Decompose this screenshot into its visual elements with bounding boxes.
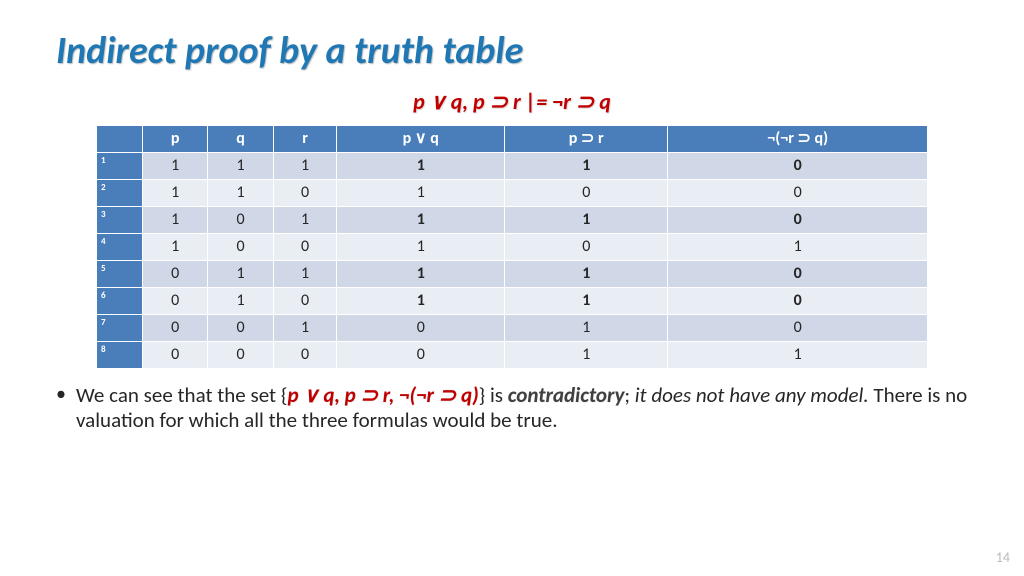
col-header-pvq: p ∨ q xyxy=(337,126,505,153)
col-header-r: r xyxy=(273,126,337,153)
table-row: 6010110 xyxy=(97,288,928,315)
bullet-text: We can see that the set {p ∨ q, p ⊃ r, ¬… xyxy=(56,383,968,433)
cell: 1 xyxy=(505,261,668,288)
table-row: 3101110 xyxy=(97,207,928,234)
table-row: 4100101 xyxy=(97,234,928,261)
cell: 0 xyxy=(505,180,668,207)
cell: 1 xyxy=(143,234,208,261)
cell: 0 xyxy=(208,207,273,234)
cell: 1 xyxy=(505,315,668,342)
col-header-blank xyxy=(97,126,143,153)
cell: 0 xyxy=(208,234,273,261)
cell: 1 xyxy=(505,342,668,369)
col-header-neg: ¬(¬r ⊃ q) xyxy=(668,126,928,153)
cell: 0 xyxy=(143,342,208,369)
cell: 0 xyxy=(668,261,928,288)
row-number: 4 xyxy=(97,234,143,261)
cell: 1 xyxy=(273,207,337,234)
cell: 1 xyxy=(208,180,273,207)
cell: 1 xyxy=(273,315,337,342)
col-header-pir: p ⊃ r xyxy=(505,126,668,153)
col-header-p: p xyxy=(143,126,208,153)
cell: 0 xyxy=(337,342,505,369)
cell: 1 xyxy=(505,153,668,180)
table-row: 7001010 xyxy=(97,315,928,342)
cell: 1 xyxy=(337,153,505,180)
cell: 0 xyxy=(668,207,928,234)
cell: 1 xyxy=(143,153,208,180)
slide-title: Indirect proof by a truth table xyxy=(56,28,968,74)
row-number: 6 xyxy=(97,288,143,315)
cell: 0 xyxy=(273,288,337,315)
cell: 1 xyxy=(143,207,208,234)
row-number: 8 xyxy=(97,342,143,369)
cell: 0 xyxy=(273,180,337,207)
cell: 0 xyxy=(143,261,208,288)
cell: 1 xyxy=(143,180,208,207)
bullet-set: p ∨ q, p ⊃ r, ¬(¬r ⊃ q) xyxy=(287,382,478,408)
cell: 1 xyxy=(337,207,505,234)
row-number: 5 xyxy=(97,261,143,288)
row-number: 3 xyxy=(97,207,143,234)
cell: 0 xyxy=(273,234,337,261)
cell: 1 xyxy=(668,342,928,369)
cell: 0 xyxy=(143,315,208,342)
cell: 1 xyxy=(337,288,505,315)
row-number: 1 xyxy=(97,153,143,180)
cell: 1 xyxy=(505,288,668,315)
cell: 0 xyxy=(668,315,928,342)
cell: 1 xyxy=(208,153,273,180)
truth-table-wrap: p q r p ∨ q p ⊃ r ¬(¬r ⊃ q) 111111021101… xyxy=(56,125,968,369)
row-number: 7 xyxy=(97,315,143,342)
cell: 1 xyxy=(208,261,273,288)
page-number: 14 xyxy=(996,549,1010,566)
table-row: 5011110 xyxy=(97,261,928,288)
bullet-after-set: } is xyxy=(479,382,508,408)
cell: 0 xyxy=(505,234,668,261)
cell: 0 xyxy=(668,180,928,207)
cell: 0 xyxy=(273,342,337,369)
table-row: 1111110 xyxy=(97,153,928,180)
cell: 0 xyxy=(208,342,273,369)
cell: 0 xyxy=(668,153,928,180)
cell: 1 xyxy=(668,234,928,261)
row-number: 2 xyxy=(97,180,143,207)
table-row: 8000011 xyxy=(97,342,928,369)
cell: 1 xyxy=(505,207,668,234)
slide-subtitle: p ∨ q, p ⊃ r |= ¬r ⊃ q xyxy=(56,88,968,115)
bullet-contradictory: contradictory xyxy=(508,382,625,408)
cell: 1 xyxy=(337,234,505,261)
cell: 1 xyxy=(337,180,505,207)
cell: 0 xyxy=(668,288,928,315)
cell: 0 xyxy=(143,288,208,315)
bullet-no-model: it does not have any model. xyxy=(635,382,869,408)
col-header-q: q xyxy=(208,126,273,153)
truth-table: p q r p ∨ q p ⊃ r ¬(¬r ⊃ q) 111111021101… xyxy=(96,125,928,369)
cell: 1 xyxy=(273,261,337,288)
table-row: 2110100 xyxy=(97,180,928,207)
cell: 1 xyxy=(208,288,273,315)
cell: 0 xyxy=(337,315,505,342)
cell: 1 xyxy=(337,261,505,288)
cell: 1 xyxy=(273,153,337,180)
bullet-semicolon: ; xyxy=(624,382,634,408)
table-header-row: p q r p ∨ q p ⊃ r ¬(¬r ⊃ q) xyxy=(97,126,928,153)
bullet-lead: We can see that the set { xyxy=(76,382,287,408)
cell: 0 xyxy=(208,315,273,342)
